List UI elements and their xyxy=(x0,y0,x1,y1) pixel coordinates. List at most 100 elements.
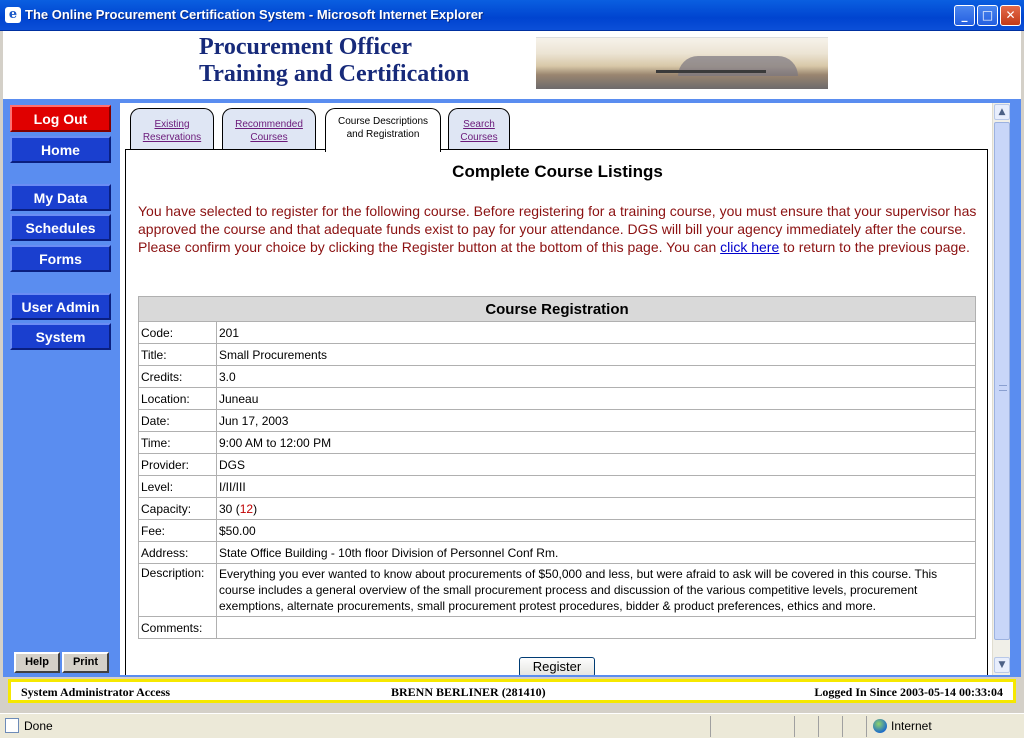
course-registration-table: Course Registration Code: 201 Title: Small… xyxy=(138,296,976,639)
schedules-button[interactable]: Schedules xyxy=(10,214,111,241)
table-heading: Course Registration xyxy=(138,296,976,322)
table-row: Credits: 3.0 xyxy=(138,365,976,388)
scroll-down-arrow[interactable]: ▼ xyxy=(994,657,1010,673)
tab-link[interactable]: Recommended xyxy=(235,119,303,130)
field-value: 201 xyxy=(216,321,976,344)
tab-recommended-courses[interactable]: Recommended Courses xyxy=(222,108,316,150)
field-label: Description: xyxy=(138,563,217,617)
field-value: Jun 17, 2003 xyxy=(216,409,976,432)
status-divider xyxy=(818,716,819,737)
shoreline-shape xyxy=(656,70,766,73)
my-data-button[interactable]: My Data xyxy=(10,184,111,211)
field-label: Time: xyxy=(138,431,217,454)
grip-icon xyxy=(999,385,1007,391)
table-row: Capacity: 30 (12) xyxy=(138,497,976,520)
table-row: Date: Jun 17, 2003 xyxy=(138,409,976,432)
field-label: Location: xyxy=(138,387,217,410)
window-title: The Online Procurement Certification Sys… xyxy=(25,7,483,22)
field-label: Level: xyxy=(138,475,217,498)
zone-label: Internet xyxy=(891,719,932,733)
ie-icon: e xyxy=(5,7,21,23)
banner-title-line1: Procurement Officer xyxy=(199,34,413,60)
field-label: Code: xyxy=(138,321,217,344)
table-row: Description: Everything you ever wanted t… xyxy=(138,563,976,617)
field-value: $50.00 xyxy=(216,519,976,542)
tab-link[interactable]: Reservations xyxy=(143,132,201,143)
field-value: 3.0 xyxy=(216,365,976,388)
scroll-thumb[interactable] xyxy=(994,122,1010,640)
table-row: Location: Juneau xyxy=(138,387,976,410)
table-row: Fee: $50.00 xyxy=(138,519,976,542)
registration-notice: You have selected to register for the fo… xyxy=(138,202,978,256)
page-icon xyxy=(5,718,19,733)
banner-landscape-image xyxy=(536,37,828,89)
status-divider xyxy=(710,716,711,737)
field-label: Title: xyxy=(138,343,217,366)
table-row: Title: Small Procurements xyxy=(138,343,976,366)
logout-button[interactable]: Log Out xyxy=(10,105,111,132)
access-role: System Administrator Access xyxy=(21,685,171,699)
globe-icon xyxy=(873,719,887,733)
field-value: I/II/III xyxy=(216,475,976,498)
minimize-button[interactable]: _ xyxy=(954,5,975,26)
field-value: Juneau xyxy=(216,387,976,410)
tab-label: and Registration xyxy=(346,129,420,140)
tab-link[interactable]: Search xyxy=(463,119,495,130)
register-button[interactable]: Register xyxy=(519,657,595,675)
field-label: Address: xyxy=(138,541,217,564)
comments-value xyxy=(216,616,976,639)
current-user: BRENN BERLINER (281410) xyxy=(391,685,546,699)
table-row: Code: 201 xyxy=(138,321,976,344)
field-value: State Office Building - 10th floor Divis… xyxy=(216,541,976,564)
field-value: 30 (12) xyxy=(216,497,976,520)
mountain-shape xyxy=(678,56,798,76)
field-value: DGS xyxy=(216,453,976,476)
tab-link[interactable]: Courses xyxy=(460,132,497,143)
home-button[interactable]: Home xyxy=(10,136,111,163)
tab-search-courses[interactable]: Search Courses xyxy=(448,108,510,150)
table-row: Level: I/II/III xyxy=(138,475,976,498)
capacity-total: 30 xyxy=(219,501,233,516)
help-button[interactable]: Help xyxy=(14,652,60,673)
table-row: Provider: DGS xyxy=(138,453,976,476)
field-label: Fee: xyxy=(138,519,217,542)
table-row: Address: State Office Building - 10th flo… xyxy=(138,541,976,564)
field-value: 9:00 AM to 12:00 PM xyxy=(216,431,976,454)
tab-label: Course Descriptions xyxy=(337,116,429,127)
return-link[interactable]: click here xyxy=(720,239,779,255)
field-label: Date: xyxy=(138,409,217,432)
field-label: Comments: xyxy=(138,616,217,639)
field-value: Small Procurements xyxy=(216,343,976,366)
field-label: Credits: xyxy=(138,365,217,388)
content-pane: Existing Reservations Recommended Course… xyxy=(120,103,1010,675)
tab-existing-reservations[interactable]: Existing Reservations xyxy=(130,108,214,150)
banner-title-line2: Training and Certification xyxy=(199,61,470,87)
forms-button[interactable]: Forms xyxy=(10,245,111,272)
vertical-scrollbar[interactable]: ▲ ▼ xyxy=(992,103,1010,675)
status-text: Done xyxy=(24,719,53,733)
status-divider xyxy=(794,716,795,737)
tab-panel: Complete Course Listings You have select… xyxy=(125,149,988,675)
page-title: Complete Course Listings xyxy=(452,162,663,181)
tab-link[interactable]: Courses xyxy=(250,132,287,143)
scroll-up-arrow[interactable]: ▲ xyxy=(994,104,1010,120)
field-label: Provider: xyxy=(138,453,217,476)
system-button[interactable]: System xyxy=(10,323,111,350)
browser-statusbar: Done Internet xyxy=(0,713,1024,738)
print-button[interactable]: Print xyxy=(62,652,109,673)
tab-course-descriptions[interactable]: Course Descriptions and Registration xyxy=(325,108,441,152)
field-value: Everything you ever wanted to know about… xyxy=(216,563,976,617)
table-row: Time: 9:00 AM to 12:00 PM xyxy=(138,431,976,454)
tab-link[interactable]: Existing xyxy=(154,119,189,130)
status-divider xyxy=(842,716,843,737)
app-frame: Log Out Home My Data Schedules Forms Use… xyxy=(3,99,1021,677)
capacity-close-paren: ) xyxy=(253,501,258,516)
field-label: Capacity: xyxy=(138,497,217,520)
notice-text-end: to return to the previous page. xyxy=(779,239,970,255)
user-admin-button[interactable]: User Admin xyxy=(10,293,111,320)
table-row: Comments: xyxy=(138,616,976,639)
session-status-bar: System Administrator Access BRENN BERLIN… xyxy=(8,679,1016,703)
window-titlebar[interactable]: e The Online Procurement Certification S… xyxy=(0,0,1024,31)
maximize-button[interactable]: □ xyxy=(977,5,998,26)
close-button[interactable]: ✕ xyxy=(1000,5,1021,26)
